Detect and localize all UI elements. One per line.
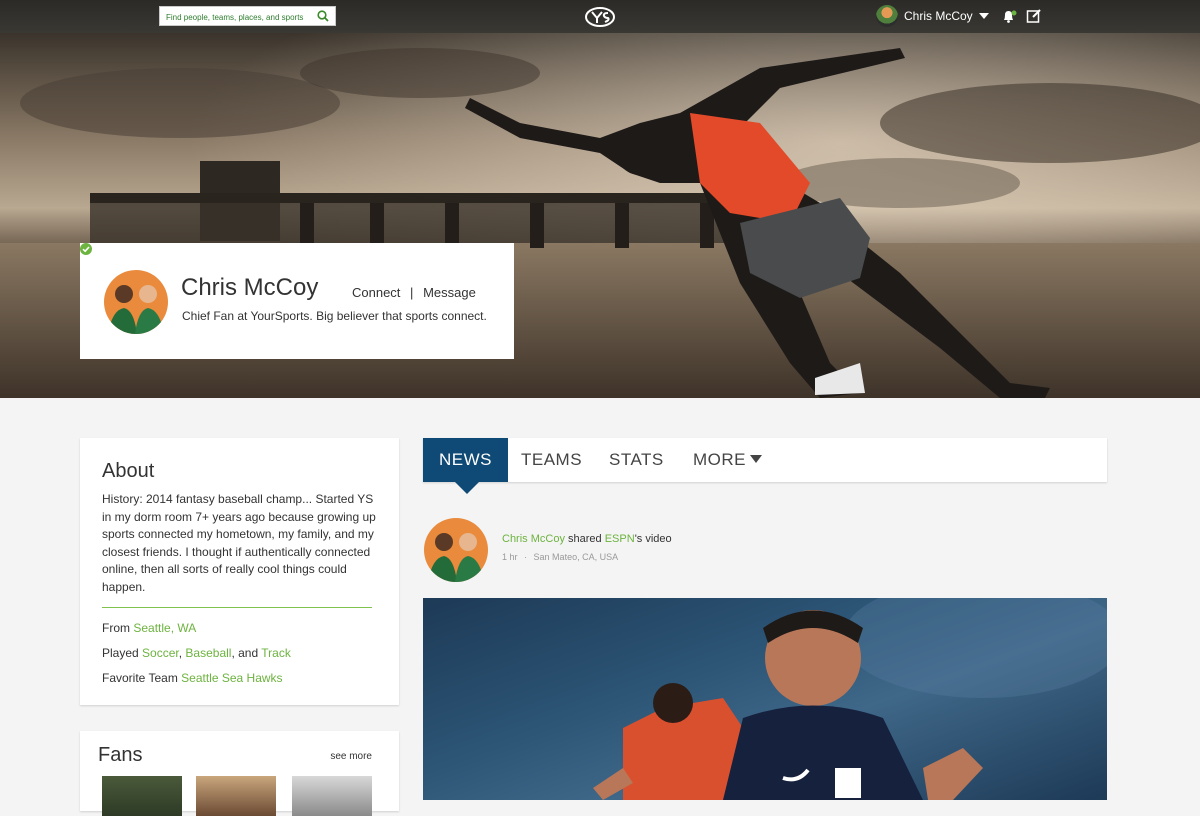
profile-tabs: NEWS TEAMS STATS MORE: [423, 438, 1107, 494]
post-source-link[interactable]: ESPN: [605, 533, 635, 545]
tab-teams[interactable]: TEAMS: [521, 438, 582, 482]
caret-down-icon: [750, 454, 762, 463]
actions-separator: |: [410, 285, 414, 300]
fan-thumbnail[interactable]: [102, 776, 182, 816]
message-link[interactable]: Message: [423, 285, 476, 300]
post-headline: Chris McCoy shared ESPN's video: [502, 533, 672, 545]
user-avatar[interactable]: [876, 5, 898, 27]
post-author-avatar[interactable]: [424, 518, 488, 582]
favorite-team-link[interactable]: Seattle Sea Hawks: [181, 671, 282, 685]
hometown-link[interactable]: Seattle, WA: [133, 621, 196, 635]
from-label: From: [102, 621, 130, 635]
post-action: shared: [568, 533, 602, 545]
post-location: San Mateo, CA, USA: [533, 552, 619, 562]
team-label: Favorite Team: [102, 671, 178, 685]
search-icon[interactable]: [317, 10, 329, 22]
search-input[interactable]: [160, 8, 316, 27]
verified-check-icon: [80, 243, 92, 255]
connect-link[interactable]: Connect: [352, 285, 400, 300]
tab-more-label: MORE: [693, 450, 746, 469]
meta-dot: ·: [524, 552, 528, 562]
sport-link-baseball[interactable]: Baseball: [185, 646, 231, 660]
fans-card: Fans see more: [80, 731, 399, 816]
sport-link-soccer[interactable]: Soccer: [142, 646, 179, 660]
post-suffix: 's video: [634, 533, 672, 545]
about-team: Favorite Team Seattle Sea Hawks: [102, 671, 283, 685]
post-time: 1 hr: [502, 552, 518, 562]
sport-link-track[interactable]: Track: [261, 646, 291, 660]
yoursports-logo[interactable]: [584, 6, 616, 28]
fans-title: Fans: [98, 744, 143, 766]
user-menu[interactable]: Chris McCoy: [876, 5, 989, 27]
post-video[interactable]: [423, 598, 1107, 800]
search-box[interactable]: [159, 6, 336, 27]
compose-icon[interactable]: [1026, 8, 1042, 24]
about-from: From Seattle, WA: [102, 621, 196, 635]
post-meta: 1 hr · San Mateo, CA, USA: [502, 552, 618, 562]
about-history: History: 2014 fantasy baseball champ... …: [102, 492, 376, 594]
tab-news[interactable]: NEWS: [423, 438, 508, 494]
profile-card: Chris McCoy Connect | Message Chief Fan …: [80, 243, 514, 359]
comma: ,: [178, 646, 183, 660]
user-name[interactable]: Chris McCoy: [904, 9, 973, 23]
profile-avatar[interactable]: [104, 270, 168, 334]
profile-name: Chris McCoy: [181, 274, 319, 301]
post-author-link[interactable]: Chris McCoy: [502, 533, 565, 545]
notification-bell-icon[interactable]: [1001, 8, 1017, 24]
and-text: , and: [231, 646, 259, 660]
profile-bio: Chief Fan at YourSports. Big believer th…: [182, 309, 487, 323]
chevron-down-icon[interactable]: [978, 13, 989, 19]
fan-thumbnail[interactable]: [196, 776, 276, 816]
about-divider: [102, 607, 372, 608]
post-video-illustration: [593, 598, 1107, 800]
cover-photo: Chris McCoy Connect | Message Chief Fan …: [0, 33, 1200, 398]
about-title: About: [102, 460, 155, 482]
see-more-link[interactable]: see more: [330, 751, 372, 762]
tab-more[interactable]: MORE: [693, 438, 762, 482]
profile-actions: Connect | Message: [352, 285, 476, 300]
fan-thumbnail[interactable]: [292, 776, 372, 816]
tab-stats[interactable]: STATS: [609, 438, 664, 482]
played-label: Played: [102, 646, 139, 660]
top-navigation-bar: Chris McCoy: [0, 0, 1200, 33]
about-played: Played Soccer, Baseball, and Track: [102, 646, 291, 660]
about-card: About History: 2014 fantasy baseball cha…: [80, 438, 399, 705]
